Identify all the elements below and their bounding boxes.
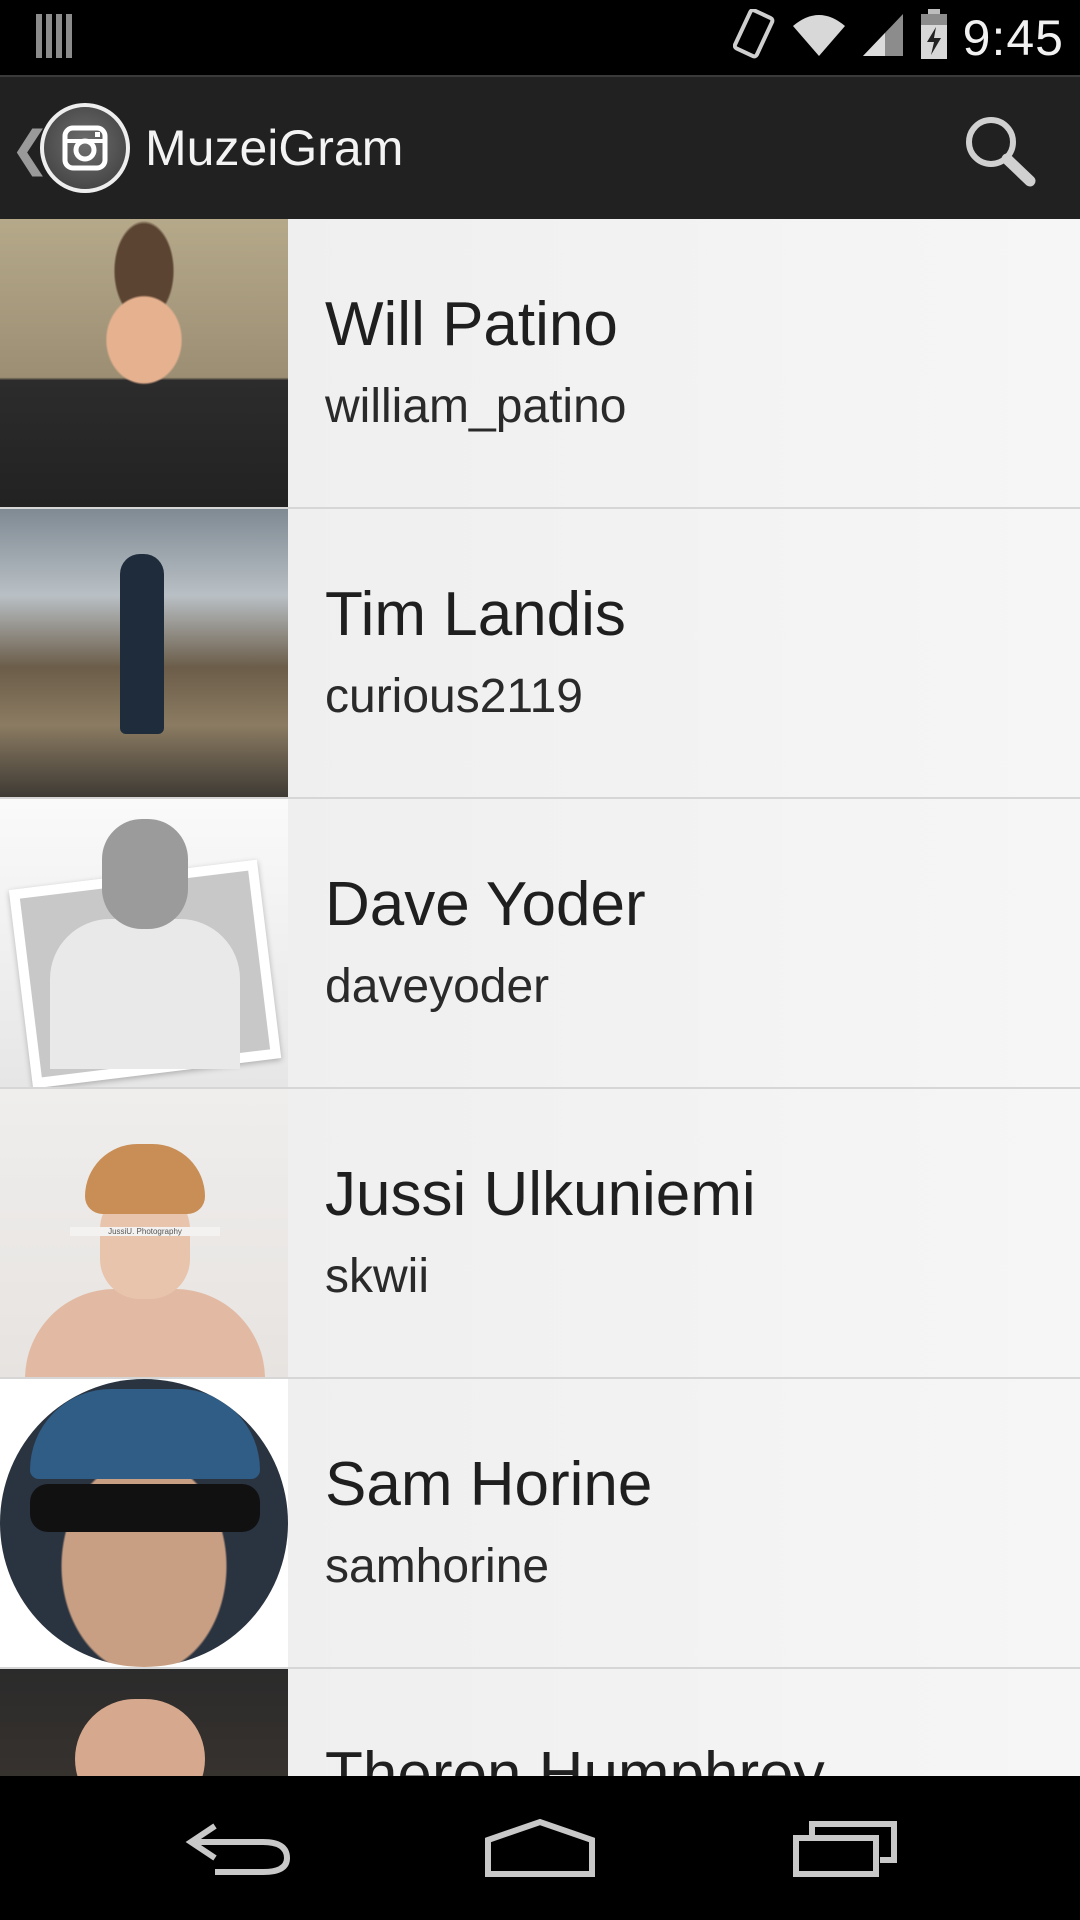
user-name: Tim Landis xyxy=(325,580,626,649)
app-title[interactable]: MuzeiGram xyxy=(145,119,403,177)
cell-signal-icon xyxy=(861,12,905,63)
user-photo xyxy=(0,1669,288,1776)
back-arrow-icon xyxy=(185,1823,291,1875)
user-name: Theron Humphrey xyxy=(325,1740,825,1776)
home-button[interactable] xyxy=(450,1776,630,1920)
status-icons: 9:45 xyxy=(732,0,1064,75)
navigation-bar xyxy=(0,1776,1080,1920)
user-handle: william_patino xyxy=(325,380,627,433)
user-name: Jussi Ulkuniemi xyxy=(325,1160,756,1229)
user-photo xyxy=(0,799,288,1087)
user-list: Will Patino william_patino Tim Landis cu… xyxy=(0,219,1080,1776)
battery-charging-icon xyxy=(919,9,949,66)
status-bar: 9:45 xyxy=(0,0,1080,75)
search-button[interactable] xyxy=(956,109,1040,193)
list-item[interactable]: Sam Horine samhorine xyxy=(0,1379,1080,1669)
status-time: 9:45 xyxy=(962,9,1064,66)
notification-bars-icon xyxy=(36,14,72,58)
user-photo: JussiU. Photography xyxy=(0,1089,288,1377)
home-icon xyxy=(485,1818,595,1877)
user-photo xyxy=(0,1379,288,1667)
user-photo xyxy=(0,509,288,797)
user-name: Will Patino xyxy=(325,290,618,359)
wifi-icon xyxy=(791,12,847,63)
user-handle: curious2119 xyxy=(325,670,583,723)
search-icon xyxy=(966,117,1036,187)
user-photo xyxy=(0,219,288,507)
back-button[interactable] xyxy=(150,1776,330,1920)
user-handle: skwii xyxy=(325,1250,429,1303)
recent-apps-button[interactable] xyxy=(755,1776,935,1920)
instagram-camera-icon[interactable] xyxy=(40,103,130,193)
list-item[interactable]: Dave Yoder daveyoder xyxy=(0,799,1080,1089)
user-handle: samhorine xyxy=(325,1540,550,1593)
list-item[interactable]: Theron Humphrey xyxy=(0,1669,1080,1776)
recent-apps-icon xyxy=(793,1821,897,1877)
photo-watermark: JussiU. Photography xyxy=(70,1227,220,1236)
screen-rotate-icon xyxy=(732,8,777,66)
user-name: Sam Horine xyxy=(325,1450,653,1519)
list-item[interactable]: Will Patino william_patino xyxy=(0,219,1080,509)
user-handle: daveyoder xyxy=(325,960,550,1013)
user-name: Dave Yoder xyxy=(325,870,646,939)
list-item[interactable]: JussiU. Photography Jussi Ulkuniemi skwi… xyxy=(0,1089,1080,1379)
action-bar: ❮ MuzeiGram xyxy=(0,75,1080,219)
list-item[interactable]: Tim Landis curious2119 xyxy=(0,509,1080,799)
